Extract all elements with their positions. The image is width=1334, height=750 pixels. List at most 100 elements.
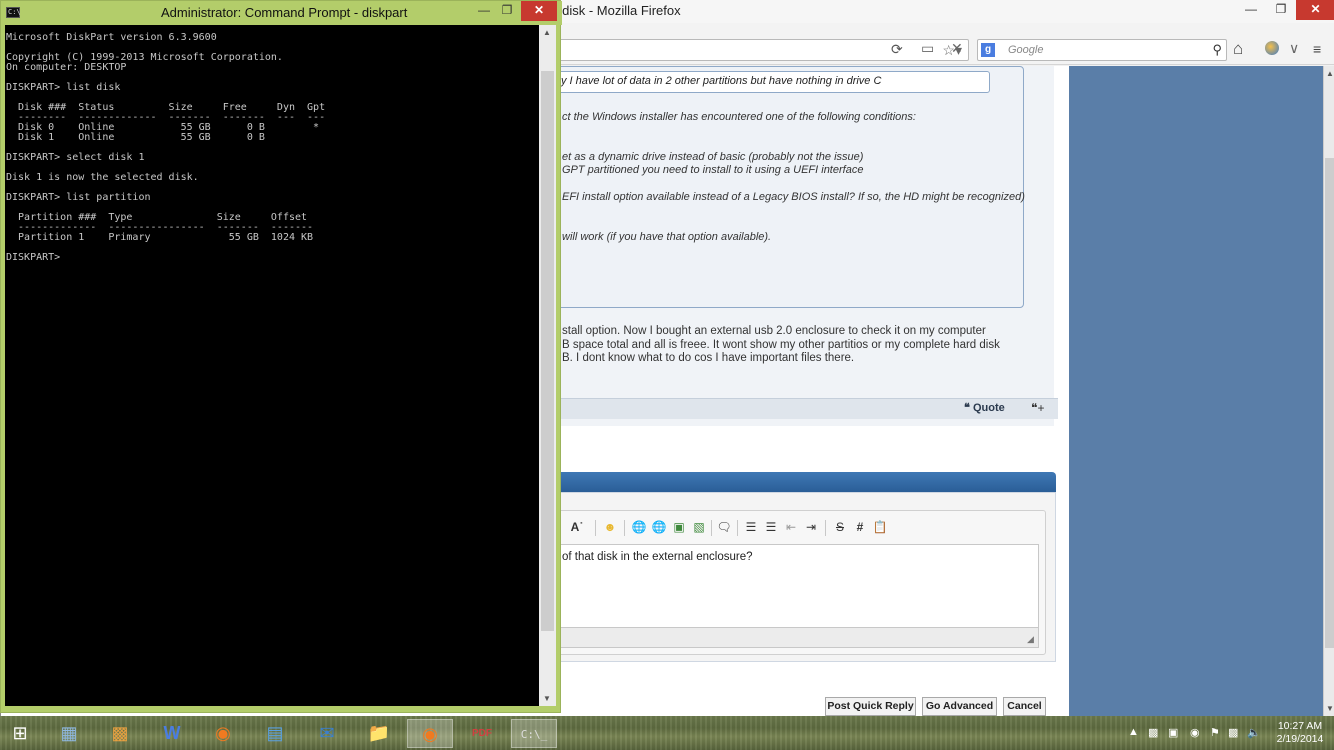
console-line: On computer: DESKTOP [6, 62, 127, 73]
console-line: DISKPART> select disk 1 [6, 152, 145, 163]
scroll-down-icon[interactable]: ▼ [1326, 704, 1334, 713]
console-line: DISKPART> [6, 252, 61, 263]
multiquote-icon[interactable]: ❝+ [1031, 401, 1044, 415]
archive-icon[interactable]: ▩ [97, 719, 143, 748]
firefox-icon[interactable]: ◉ [407, 719, 453, 748]
page-scrollbar[interactable]: ▲ ▼ [1323, 66, 1334, 716]
paste-icon[interactable]: 📋 [871, 518, 889, 536]
console-line: Microsoft DiskPart version 6.3.9600 [6, 32, 217, 43]
image-icon[interactable]: ▣ [670, 518, 688, 536]
command-prompt-titlebar[interactable]: C:\ Administrator: Command Prompt - disk… [1, 1, 562, 25]
quote-line: EFI install option available instead of … [562, 191, 1025, 203]
quote-icon: ❝ [964, 402, 970, 414]
toolbar-separator [737, 520, 738, 536]
scroll-up-icon[interactable]: ▲ [543, 28, 551, 37]
cancel-button[interactable]: Cancel [1003, 697, 1046, 716]
font-size-icon[interactable]: A˙ [568, 518, 586, 536]
command-prompt-icon[interactable]: C:\_ [511, 719, 557, 748]
command-prompt-window: C:\ Administrator: Command Prompt - disk… [0, 0, 562, 713]
post-quick-reply-button[interactable]: Post Quick Reply [825, 697, 916, 716]
resize-grip-icon[interactable]: ◢ [1027, 634, 1034, 645]
quote-line: et as a dynamic drive instead of basic (… [562, 151, 864, 163]
show-hidden-icons-icon[interactable]: ▲ [1128, 726, 1139, 738]
clock-time: 10:27 AM [1277, 720, 1323, 732]
reload-icon[interactable]: ⟳ [891, 41, 903, 58]
cmd-maximize-button[interactable]: ❐ [494, 1, 520, 21]
firefox-close-button[interactable]: ✕ [1296, 0, 1334, 20]
outdent-icon[interactable]: ⇤ [782, 518, 800, 536]
cmd-close-button[interactable]: ✕ [521, 1, 557, 21]
search-placeholder: Google [1008, 44, 1044, 56]
reply-text: of that disk in the external enclosure? [562, 551, 753, 563]
page-scroll-thumb[interactable] [1325, 158, 1334, 648]
firefox-icon[interactable]: ◉ [200, 719, 246, 748]
menu-icon[interactable]: ≡ [1313, 41, 1321, 57]
post-text-line: stall option. Now I bought an external u… [562, 325, 986, 337]
quote-block [554, 66, 1024, 308]
action-center-icon[interactable]: ⚑ [1210, 726, 1220, 739]
stop-icon[interactable]: ✕ [951, 40, 963, 57]
page-sidebar-background [1069, 66, 1323, 716]
globe-icon[interactable] [1265, 41, 1279, 55]
quote-line: will work (if you have that option avail… [562, 231, 772, 243]
scroll-down-icon[interactable]: ▼ [543, 694, 551, 703]
folder-icon[interactable]: 📁 [356, 719, 402, 748]
console-line: Partition 1 Primary 55 GB 1024 KB [6, 232, 314, 243]
word-icon[interactable]: W [149, 719, 195, 748]
url-bar[interactable]: ☆▾ [556, 39, 969, 61]
tray-app-icon[interactable]: ▩ [1148, 726, 1158, 739]
google-icon[interactable]: g [981, 43, 995, 57]
console-output[interactable]: Microsoft DiskPart version 6.3.9600 Copy… [5, 25, 539, 706]
reader-icon[interactable]: ▭ [921, 40, 934, 57]
console-scroll-thumb[interactable] [541, 71, 554, 631]
thunderbird-icon[interactable]: ✉ [304, 719, 350, 748]
firefox-minimize-button[interactable]: — [1237, 0, 1265, 20]
command-prompt-icon[interactable]: C:\ [6, 7, 21, 18]
post-text-line: B. I dont know what to do cos I have imp… [562, 352, 855, 364]
control-panel-icon[interactable]: ▤ [252, 719, 298, 748]
toolbar-separator [595, 520, 596, 536]
quote-insert-icon[interactable]: 🗨 [715, 518, 733, 536]
console-line: Disk 1 is now the selected disk. [6, 172, 199, 183]
post-text-line: B space total and all is freee. It wont … [562, 339, 1000, 351]
chevron-down-icon[interactable]: ∨ [1289, 40, 1299, 57]
search-icon[interactable]: ⚲ [1212, 42, 1222, 58]
unordered-list-icon[interactable]: ☰ [762, 518, 780, 536]
go-advanced-button[interactable]: Go Advanced [922, 697, 997, 716]
smiley-icon[interactable]: ☻ [601, 518, 619, 536]
quick-reply-header [556, 472, 1056, 492]
console-lines: Microsoft DiskPart version 6.3.9600 Copy… [6, 33, 325, 263]
console-scrollbar[interactable]: ▲ ▼ [539, 25, 556, 706]
volume-icon[interactable]: 🔈 [1247, 726, 1261, 739]
unlink-icon[interactable]: 🌐 [650, 518, 668, 536]
quote-title: y I have lot of data in 2 other partitio… [554, 71, 990, 93]
firefox-maximize-button[interactable]: ❐ [1267, 0, 1295, 20]
hash-icon[interactable]: # [851, 518, 869, 536]
quote-label: Quote [972, 402, 1005, 414]
start-button[interactable]: ⊞ [3, 719, 37, 748]
system-clock[interactable]: 10:27 AM 2/19/2014 [1270, 720, 1330, 746]
ordered-list-icon[interactable]: ☰ [742, 518, 760, 536]
console-line: Disk 1 Online 55 GB 0 B [6, 132, 265, 143]
quote-button[interactable]: ❝ Quote [964, 401, 1005, 414]
link-icon[interactable]: 🌐 [630, 518, 648, 536]
console-line: DISKPART> list partition [6, 192, 151, 203]
video-icon[interactable]: ▧ [690, 518, 708, 536]
file-manager-icon[interactable]: ▦ [46, 719, 92, 748]
clock-date: 2/19/2014 [1276, 733, 1324, 745]
editor-resize-bar [556, 628, 1039, 648]
network-icon[interactable]: ▩ [1228, 726, 1238, 739]
tray-app-icon[interactable]: ▣ [1168, 726, 1178, 739]
toolbar-separator [825, 520, 826, 536]
indent-icon[interactable]: ⇥ [802, 518, 820, 536]
command-prompt-title: Administrator: Command Prompt - diskpart [161, 5, 408, 20]
tray-app-icon[interactable]: ◉ [1190, 726, 1200, 739]
home-icon[interactable]: ⌂ [1233, 39, 1243, 59]
search-bar[interactable]: g Google ⚲ [977, 39, 1227, 61]
pdf-icon[interactable]: PDF [459, 719, 505, 748]
quote-line: GPT partitioned you need to install to i… [562, 164, 864, 176]
scroll-up-icon[interactable]: ▲ [1326, 69, 1334, 78]
console-line: DISKPART> list disk [6, 82, 121, 93]
toolbar-separator [711, 520, 712, 536]
strikethrough-icon[interactable]: S [831, 518, 849, 536]
